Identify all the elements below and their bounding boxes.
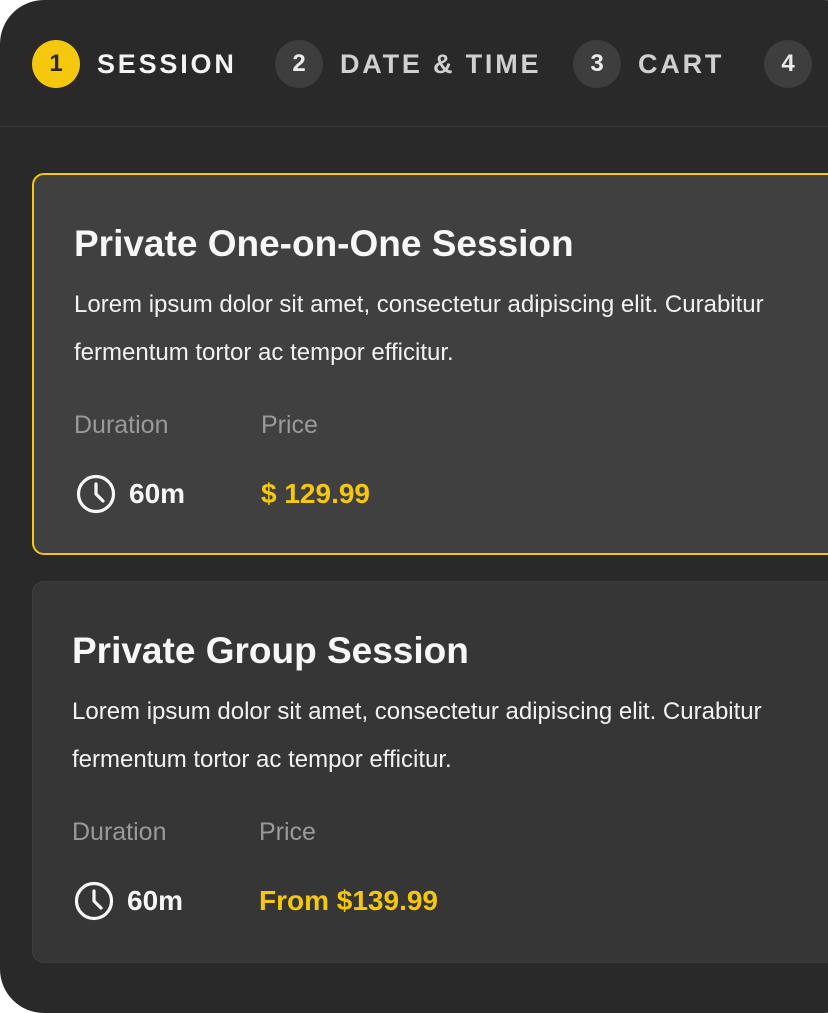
- step-session[interactable]: 1 SESSION: [32, 40, 237, 88]
- session-description: Lorem ipsum dolor sit amet, consectetur …: [72, 698, 762, 773]
- booking-panel: 1 SESSION 2 DATE & TIME 3 CART 4 Private…: [0, 0, 828, 1013]
- step-label: SESSION: [97, 48, 237, 79]
- price-label: Price: [259, 818, 316, 846]
- step-number-badge: 4: [764, 40, 812, 88]
- session-description: Lorem ipsum dolor sit amet, consectetur …: [74, 291, 764, 366]
- step-number-badge: 3: [573, 40, 621, 88]
- step-cart[interactable]: 3 CART: [573, 40, 724, 88]
- step-number-badge: 2: [275, 40, 323, 88]
- duration-label: Duration: [74, 411, 169, 439]
- duration-value: 60m: [127, 885, 184, 916]
- session-card-one-on-one[interactable]: Private One-on-One Session Lorem ipsum d…: [32, 173, 828, 555]
- booking-stepper: 1 SESSION 2 DATE & TIME 3 CART 4: [0, 0, 828, 127]
- session-title: Private Group Session: [72, 630, 469, 671]
- duration-value: 60m: [129, 478, 186, 509]
- price-value: $ 129.99: [261, 478, 370, 509]
- session-title: Private One-on-One Session: [74, 223, 574, 264]
- price-value: From $139.99: [259, 885, 438, 916]
- duration-value-row: 60m: [73, 880, 183, 922]
- step-label: CART: [638, 48, 725, 79]
- clock-icon: [74, 881, 114, 921]
- clock-icon: [76, 474, 116, 514]
- price-label: Price: [261, 411, 318, 439]
- session-card-group[interactable]: Private Group Session Lorem ipsum dolor …: [32, 581, 828, 963]
- step-label: DATE & TIME: [340, 48, 542, 79]
- duration-label: Duration: [72, 818, 167, 846]
- price-value-row: From $139.99: [259, 880, 438, 922]
- step-date-time[interactable]: 2 DATE & TIME: [275, 40, 541, 88]
- duration-value-row: 60m: [75, 473, 185, 515]
- step-number-badge: 1: [32, 40, 80, 88]
- step-4[interactable]: 4: [764, 40, 812, 88]
- price-value-row: $ 129.99: [261, 473, 370, 515]
